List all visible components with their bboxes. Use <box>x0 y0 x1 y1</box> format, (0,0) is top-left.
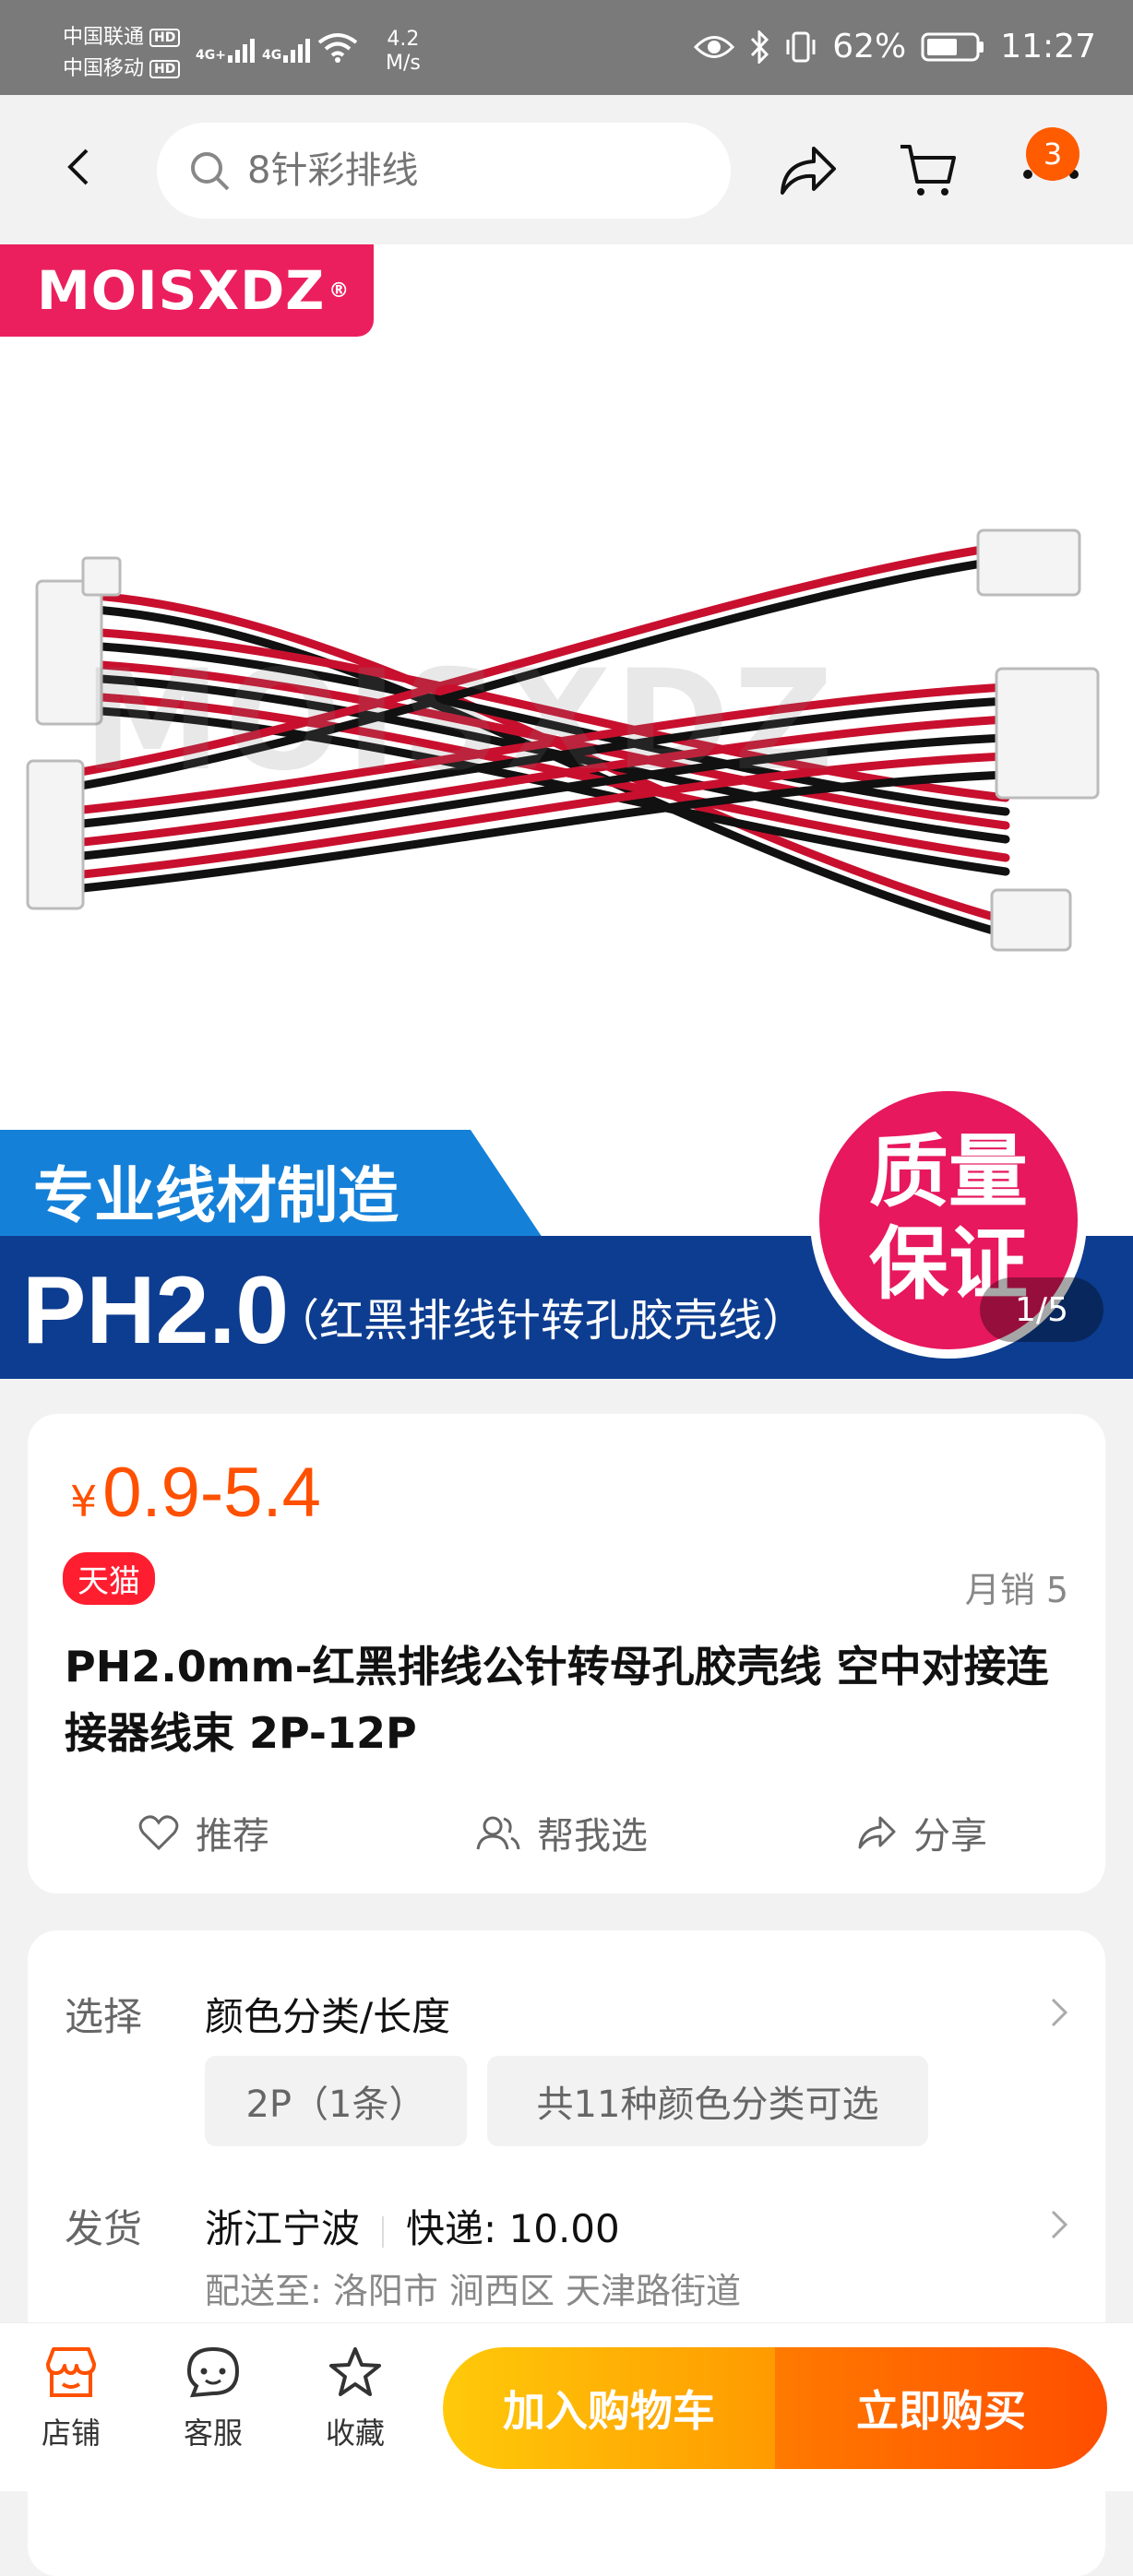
watermark: MOISXDZ <box>83 641 838 801</box>
store-label: 店铺 <box>41 2416 101 2451</box>
favorite-tab[interactable]: 收藏 <box>304 2345 406 2452</box>
price: ¥ 0.9-5.4 <box>70 1453 321 1533</box>
customer-service-tab[interactable]: 客服 <box>162 2345 264 2452</box>
product-actions: 推荐 帮我选 分享 <box>28 1806 1105 1870</box>
share-button[interactable]: 分享 <box>856 1806 987 1859</box>
signal-icons: 4G+ 4G <box>196 31 358 63</box>
store-tab[interactable]: 店铺 <box>20 2345 122 2452</box>
signal-icon <box>227 39 255 63</box>
delivery-address: 配送至: 洛阳市 涧西区 天津路街道 <box>205 2271 742 2311</box>
shipping-label: 发货 <box>65 2206 143 2251</box>
quality-line-1: 质量 <box>869 1126 1028 1218</box>
product-image-carousel[interactable]: MOISXDZ ® MOISXDZ 专业线材制造 PH2.0 （红黑排线针转孔胶… <box>0 244 1133 1379</box>
star-icon <box>329 2347 381 2396</box>
select-value: 颜色分类/长度 <box>205 1994 451 2039</box>
battery-icon <box>921 32 984 61</box>
carrier-2: 中国移动 <box>63 57 145 80</box>
share-label: 分享 <box>913 1815 987 1858</box>
shipping-origin: 浙江宁波 <box>205 2206 361 2251</box>
variant-count-chip[interactable]: 共11种颜色分类可选 <box>487 2056 928 2146</box>
bottom-action-bar: 店铺 客服 收藏 加入购物车 立即购买 <box>0 2322 1133 2491</box>
clock: 11:27 <box>1000 28 1096 65</box>
search-icon <box>191 152 230 191</box>
hd-badge: HD <box>149 29 181 47</box>
cart-badge: 3 <box>1026 127 1079 181</box>
banner-top: 专业线材制造 <box>0 1130 544 1241</box>
tmall-badge: 天猫 <box>63 1552 155 1605</box>
hd-badge: HD <box>149 60 181 78</box>
help-choose-button[interactable]: 帮我选 <box>474 1806 648 1859</box>
bluetooth-icon <box>751 30 769 64</box>
image-pager: 1/5 <box>980 1277 1103 1342</box>
heart-icon <box>138 1815 179 1851</box>
recommend-button[interactable]: 推荐 <box>138 1806 269 1859</box>
eye-icon <box>694 35 735 58</box>
add-to-cart-button[interactable]: 加入购物车 <box>443 2347 775 2469</box>
shipping-info: 浙江宁波 快递: 10.00 <box>205 2198 620 2254</box>
price-range: 0.9-5.4 <box>102 1454 321 1532</box>
carrier-info: 中国联通 HD 中国移动 HD <box>63 22 181 85</box>
vibrate-icon <box>786 31 816 62</box>
status-right: 62% 11:27 <box>694 28 1096 65</box>
select-label: 选择 <box>65 1994 143 2039</box>
wifi-icon <box>317 33 358 63</box>
shipping-fee: 快递: 10.00 <box>406 2206 620 2251</box>
chat-bubble-icon <box>186 2346 240 2398</box>
customer-service-label: 客服 <box>183 2416 243 2451</box>
net-speed: 4.2 M/s <box>386 28 421 76</box>
monthly-sales: 月销 5 <box>964 1570 1068 1610</box>
status-bar: 中国联通 HD 中国移动 HD 4G+ 4G 4.2 M/s 62% 11:27 <box>0 0 1133 95</box>
battery-percent: 62% <box>832 28 907 65</box>
people-icon <box>476 1816 520 1850</box>
chevron-right-icon <box>1051 2210 1068 2239</box>
buy-now-button[interactable]: 立即购买 <box>775 2347 1107 2469</box>
divider <box>382 2215 385 2248</box>
top-nav: 3 <box>0 95 1133 244</box>
share-icon[interactable] <box>775 137 840 202</box>
banner-top-text: 专业线材制造 <box>33 1160 399 1231</box>
net-type-2: 4G <box>261 48 282 63</box>
cart-icon[interactable] <box>897 137 961 202</box>
help-choose-label: 帮我选 <box>537 1815 648 1858</box>
recommend-label: 推荐 <box>196 1815 269 1858</box>
search-input[interactable] <box>245 148 692 193</box>
banner-subtitle: （红黑排线针转孔胶壳线） <box>275 1295 807 1347</box>
net-speed-value: 4.2 <box>387 28 420 51</box>
share-icon <box>858 1816 896 1849</box>
favorite-label: 收藏 <box>325 2416 385 2451</box>
back-arrow-icon[interactable] <box>61 148 98 185</box>
currency-symbol: ¥ <box>70 1477 98 1526</box>
chevron-right-icon <box>1051 1998 1068 2027</box>
carrier-1: 中国联通 <box>63 26 145 49</box>
product-title: PH2.0mm-红黑排线公针转母孔胶壳线 空中对接连接器线束 2P-12P <box>65 1642 1049 1758</box>
store-icon <box>46 2347 96 2397</box>
product-info-card: ¥ 0.9-5.4 天猫 月销 5 PH2.0mm-红黑排线公针转母孔胶壳线 空… <box>28 1414 1105 1893</box>
net-type-1: 4G+ <box>196 48 226 63</box>
signal-icon <box>283 39 311 63</box>
banner-model: PH2.0 <box>22 1257 290 1364</box>
net-speed-unit: M/s <box>386 52 421 75</box>
variant-chip[interactable]: 2P（1条） <box>205 2056 467 2146</box>
search-bar[interactable] <box>157 123 731 219</box>
